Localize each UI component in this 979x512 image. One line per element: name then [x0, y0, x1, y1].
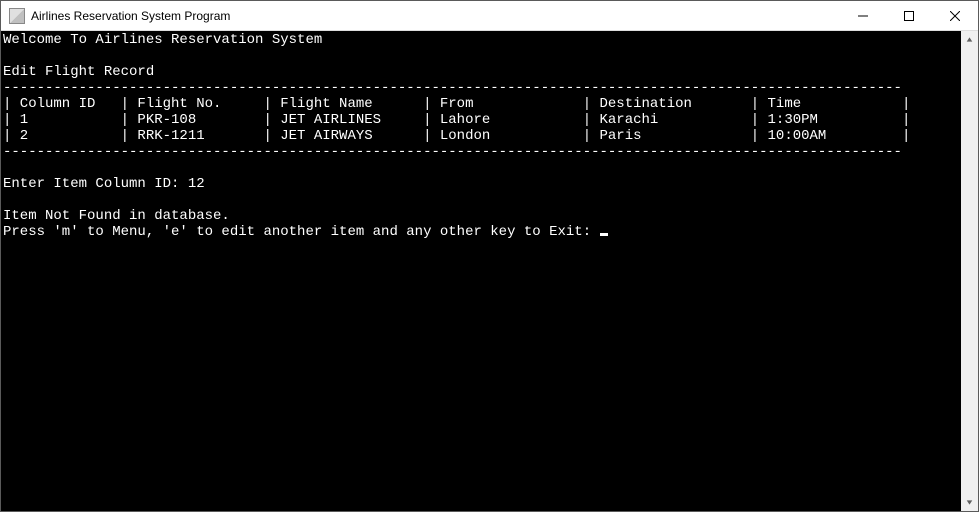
window-title: Airlines Reservation System Program	[31, 9, 230, 23]
content-area: Welcome To Airlines Reservation System E…	[1, 31, 978, 511]
text-cursor	[600, 233, 608, 236]
console-output[interactable]: Welcome To Airlines Reservation System E…	[1, 31, 961, 511]
scroll-up-arrow[interactable]	[961, 31, 978, 48]
maximize-button[interactable]	[886, 1, 932, 30]
window-controls	[840, 1, 978, 30]
close-button[interactable]	[932, 1, 978, 30]
app-icon	[9, 8, 25, 24]
scroll-track[interactable]	[961, 48, 978, 494]
window-titlebar: Airlines Reservation System Program	[1, 1, 978, 31]
scroll-down-arrow[interactable]	[961, 494, 978, 511]
minimize-button[interactable]	[840, 1, 886, 30]
vertical-scrollbar[interactable]	[961, 31, 978, 511]
